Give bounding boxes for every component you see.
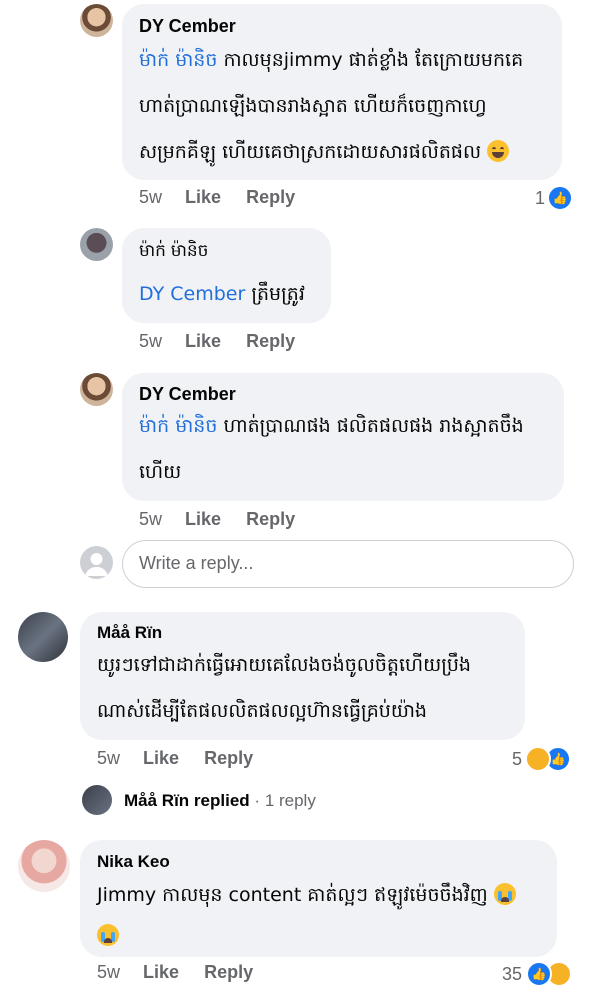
current-user-avatar [80,546,113,579]
avatar[interactable] [80,4,113,37]
comment-text: កាលមុនjimmy ផាត់ខ្លាំង តែក្រោយមកគេ [223,49,524,71]
comment-text: ត្រឹមត្រូវ [251,283,305,305]
like-reaction-icon: 👍 [526,961,553,987]
reaction-summary[interactable]: 5 👍 [512,746,572,772]
mention-link[interactable]: DY Cember [139,283,245,305]
like-button[interactable]: Like [143,962,179,982]
timestamp[interactable]: 5w [97,748,120,768]
avatar[interactable] [18,840,70,892]
replier-name: Måå Rïn [124,791,190,810]
comment-text-line: ណាស់ដើម្បីតែផលលិតផលល្អហ៊ានធ្វើគ្រប់យ៉ាង [97,700,427,722]
timestamp[interactable]: 5w [139,509,162,529]
comment-text-line: DY Cember ត្រឹមត្រូវ [139,282,305,310]
reply-placeholder: Write a reply... [139,553,254,573]
reply-button[interactable]: Reply [246,509,295,529]
comment-text: Jimmy កាលមុន content គាត់ល្អៗ ឥឡូវម៉េចចឹ… [97,884,488,906]
comment-text-line: យូរៗទៅជាដាក់ធ្វើអោយគេលែងចង់ចូលចិត្តហើយប្… [97,654,471,676]
view-replies-link[interactable]: Måå Rïn replied · 1 reply [124,791,316,811]
comment-text-line: ម៉ាក់ ម៉ានិច កាលមុនjimmy ផាត់ខ្លាំង តែក្… [139,48,523,76]
like-button[interactable]: Like [185,509,221,529]
timestamp[interactable]: 5w [139,187,162,207]
reaction-count: 5 [512,748,523,769]
comment-text: សម្រកគីឡូ ហើយគេថាស្រកដោយសារផលិតផល [139,141,482,163]
comment-author[interactable]: DY Cember [139,384,236,405]
reply-button[interactable]: Reply [204,748,253,768]
like-reaction-icon: 👍 [547,185,574,211]
reply-count: 1 reply [264,791,316,810]
comment-text-line: សម្រកគីឡូ ហើយគេថាស្រកដោយសារផលិតផល [139,140,510,168]
comment-text-line: ហើយ [139,461,182,483]
cry-emoji-icon [97,924,119,946]
reply-input[interactable]: Write a reply... [122,540,574,588]
comment-author[interactable]: DY Cember [139,16,236,37]
haha-reaction-icon [525,746,552,772]
user-silhouette-icon [85,553,108,576]
reaction-count: 1 [535,187,546,208]
cry-emoji-icon [493,883,516,905]
reaction-summary[interactable]: 1 👍 [535,185,574,211]
comment-meta: 5w Like Reply [97,748,253,769]
like-button[interactable]: Like [143,748,179,768]
reply-button[interactable]: Reply [246,187,295,207]
avatar[interactable] [82,785,112,815]
avatar[interactable] [18,612,68,662]
comment-text: ហាត់ប្រាណផង ផលិតផលផង រាងស្អាតចឹង [223,415,524,437]
comment-meta: 5w Like Reply [139,187,295,208]
grin-emoji-icon [487,140,510,162]
replied-label: replied [193,791,250,810]
comment-text-line: ហាត់ប្រាណឡើងបានរាងស្អាត ហើយក៏ចេញកាហ្វេ [139,95,487,117]
like-button[interactable]: Like [185,331,221,351]
avatar[interactable] [80,373,113,406]
reply-button[interactable]: Reply [204,962,253,982]
comment-text-line: ម៉ាក់ ម៉ានិច ហាត់ប្រាណផង ផលិតផលផង រាងស្អ… [139,414,524,442]
comment-meta: 5w Like Reply [139,331,295,352]
mention-link[interactable]: ម៉ាក់ ម៉ានិច [139,415,217,437]
comment-author[interactable]: ម៉ាក់ ម៉ានិច [139,240,208,265]
comment-meta: 5w Like Reply [139,509,295,530]
reply-button[interactable]: Reply [246,331,295,351]
reaction-summary[interactable]: 35 👍 [502,961,573,987]
comment-author[interactable]: Måå Rïn [97,623,162,643]
comment-meta: 5w Like Reply [97,962,253,983]
timestamp[interactable]: 5w [139,331,162,351]
mention-link[interactable]: ម៉ាក់ ម៉ានិច [139,49,217,71]
avatar[interactable] [80,228,113,261]
comment-text-line: Jimmy កាលមុន content គាត់ល្អៗ ឥឡូវម៉េចចឹ… [97,883,516,911]
comment-author[interactable]: Nika Keo [97,852,170,872]
reaction-count: 35 [502,963,523,984]
separator-dot: · [254,791,261,810]
comment-text-line [97,924,119,947]
like-button[interactable]: Like [185,187,221,207]
timestamp[interactable]: 5w [97,962,120,982]
